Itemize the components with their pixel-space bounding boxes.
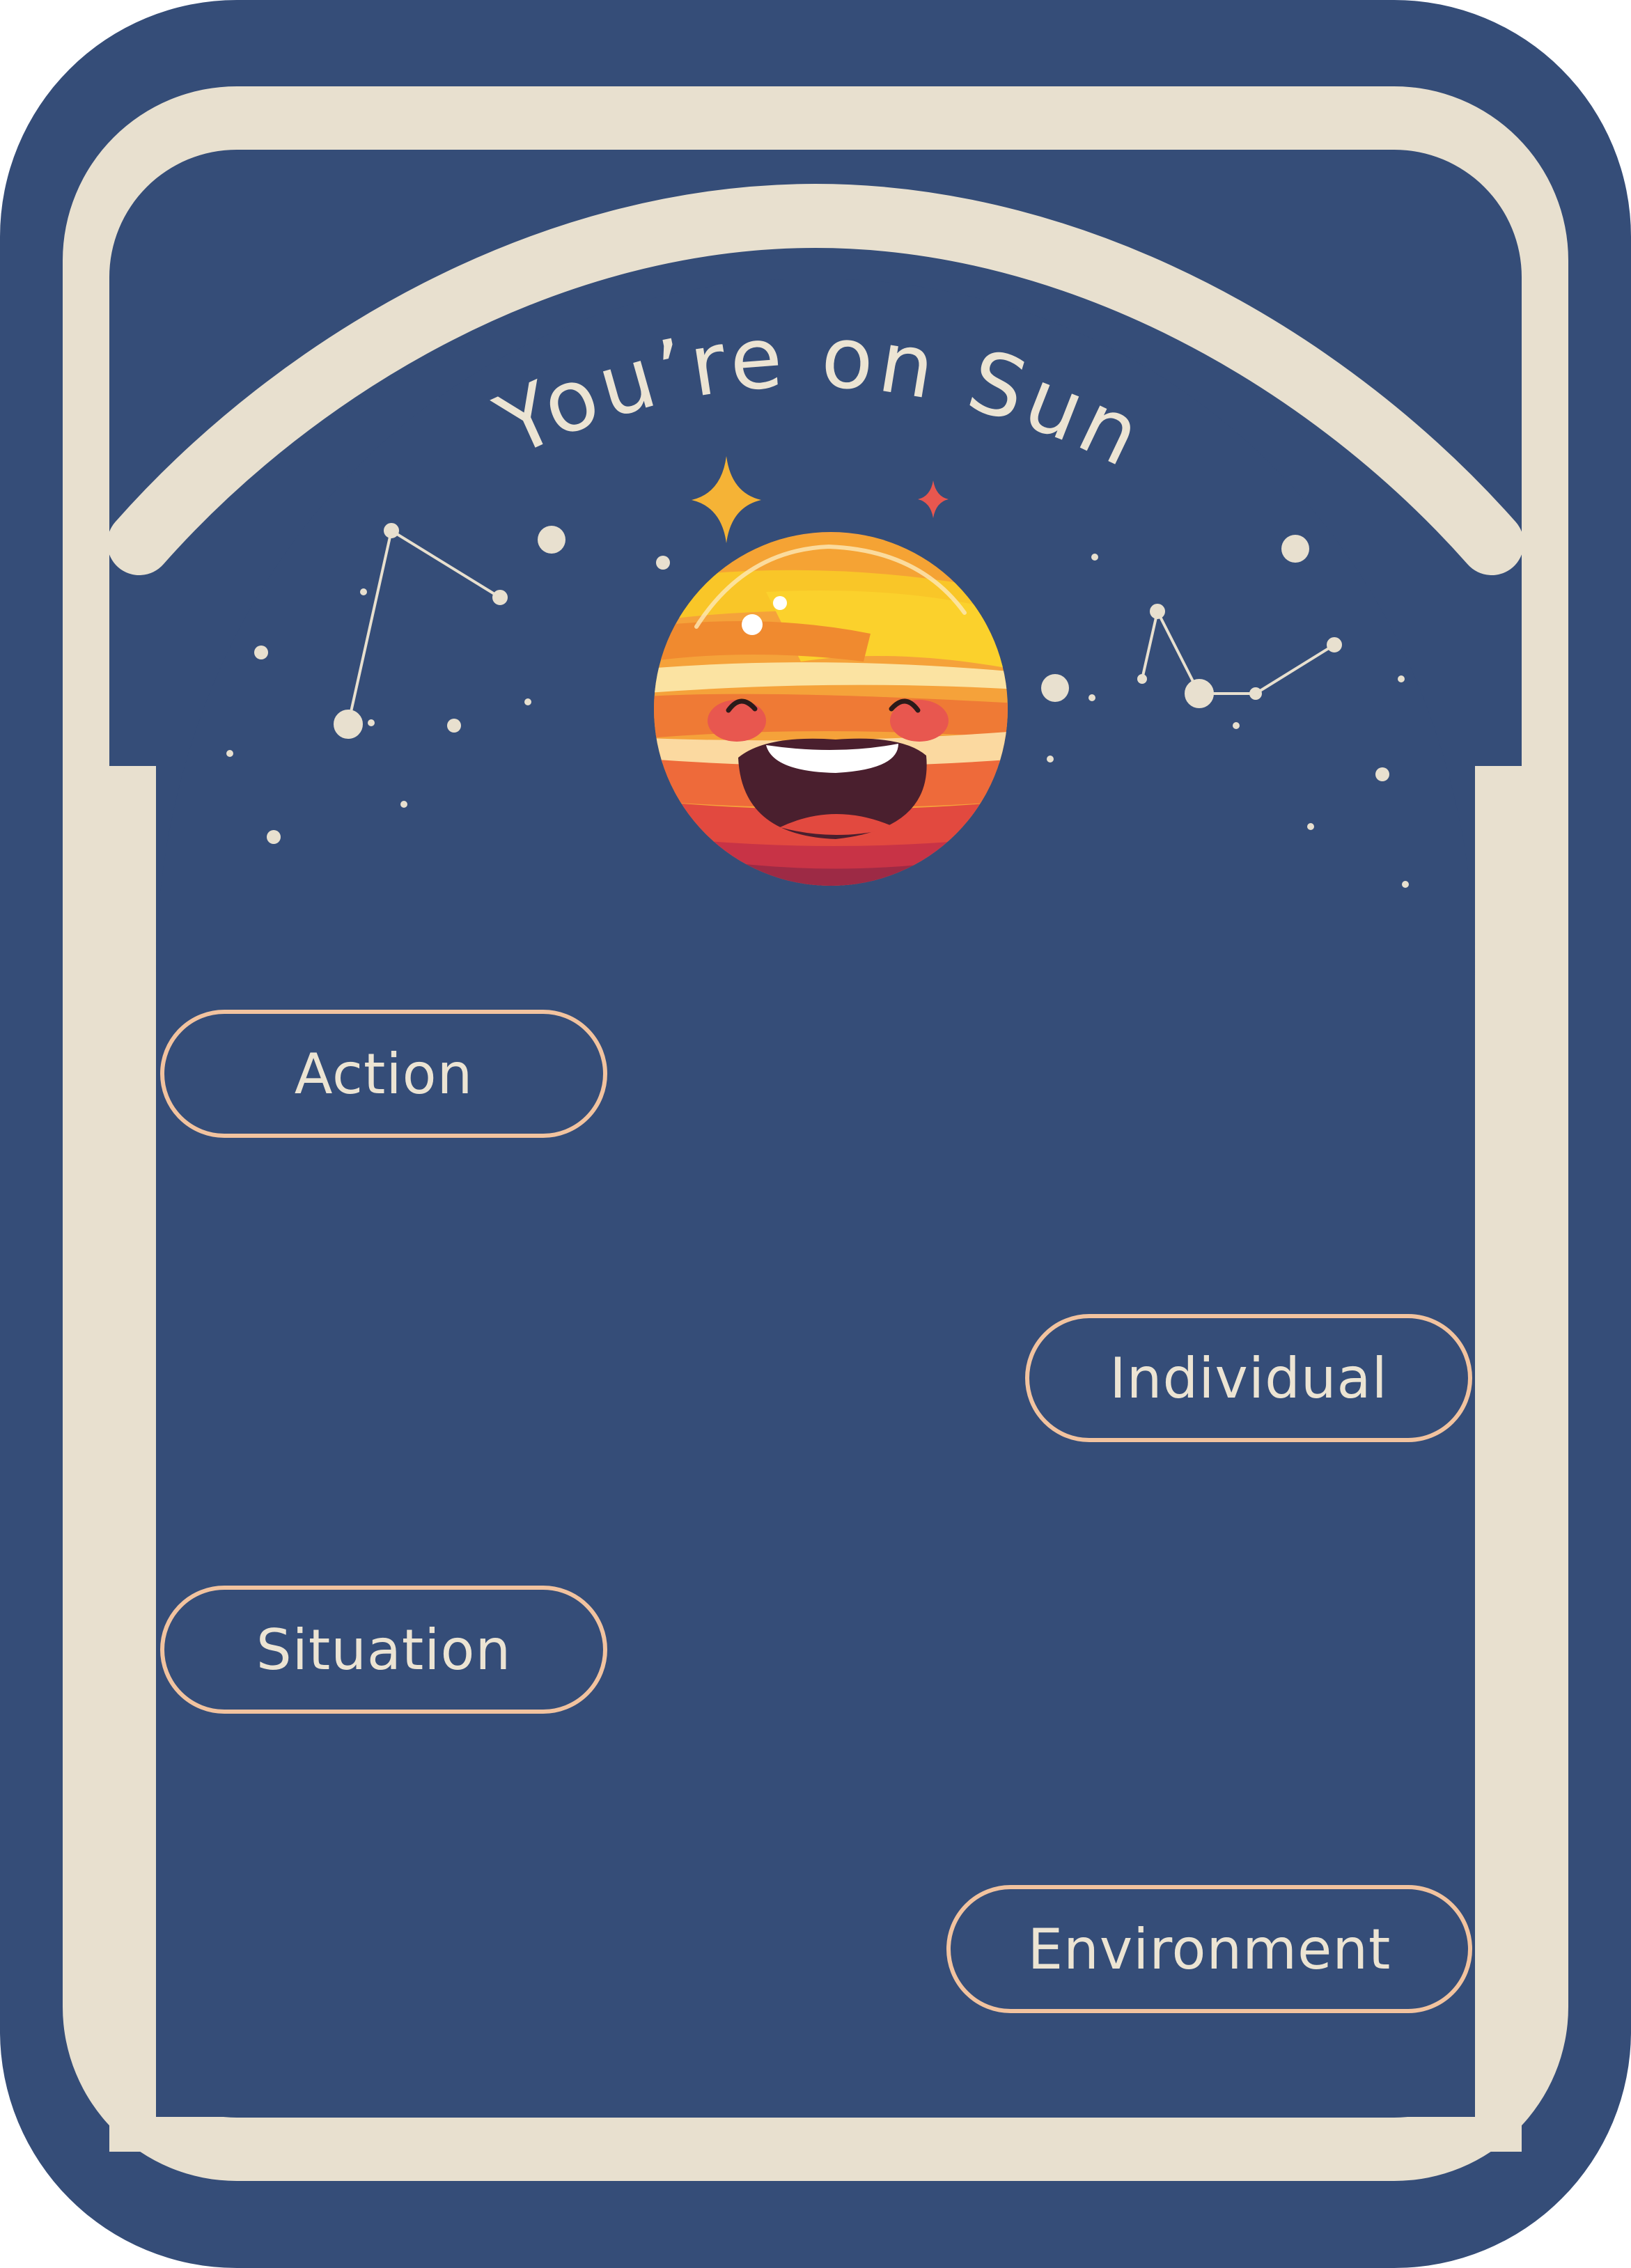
individual-button[interactable]: Individual (1025, 1314, 1472, 1442)
environment-button[interactable]: Environment (946, 1885, 1472, 2013)
situation-button[interactable]: Situation (160, 1586, 607, 1714)
action-button[interactable]: Action (160, 1010, 607, 1138)
